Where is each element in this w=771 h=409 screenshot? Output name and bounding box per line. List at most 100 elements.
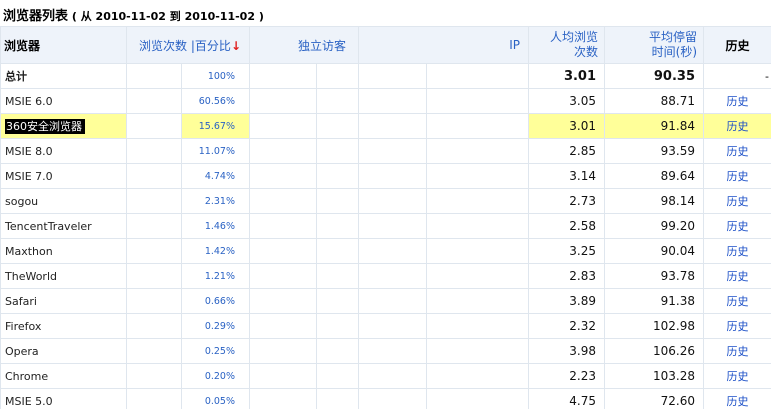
col-browser: 浏览器 <box>0 26 127 64</box>
time-cell: 98.14 <box>604 188 705 214</box>
table-row[interactable]: MSIE 7.0 4.74% 3.14 89.64 历史 <box>0 163 771 189</box>
pv-cell: 4.75 <box>528 388 606 409</box>
table-header-row: 浏览器 浏览次数 |百分比↓ 独立访客 IP 人均浏览 次数 平均停留 时间(秒… <box>0 26 771 64</box>
browser-name-cell: MSIE 8.0 <box>0 138 127 164</box>
visits-cell <box>126 63 182 89</box>
sort-by-visits-link[interactable]: 浏览次数 <box>139 39 187 53</box>
visits-cell <box>126 188 182 214</box>
history-link[interactable]: 历史 <box>727 170 749 183</box>
history-cell: 历史 <box>703 138 771 164</box>
pv-cell: 3.01 <box>528 63 606 89</box>
history-link[interactable]: 历史 <box>727 245 749 258</box>
ip-cell-2 <box>426 263 530 289</box>
percent-cell: 0.25% <box>181 338 250 364</box>
table-row[interactable]: Maxthon 1.42% 3.25 90.04 历史 <box>0 238 771 264</box>
table-row[interactable]: TencentTraveler 1.46% 2.58 99.20 历史 <box>0 213 771 239</box>
history-link[interactable]: 历史 <box>727 220 749 233</box>
col-pv-per-visitor[interactable]: 人均浏览 次数 <box>528 26 606 64</box>
browser-name-cell: MSIE 5.0 <box>0 388 127 409</box>
browser-name-cell: MSIE 7.0 <box>0 163 127 189</box>
percent-cell: 0.29% <box>181 313 250 339</box>
col-ip[interactable]: IP <box>358 26 530 64</box>
history-cell: 历史 <box>703 188 771 214</box>
visitors-cell-2 <box>315 138 360 164</box>
pv-cell: 2.83 <box>528 263 606 289</box>
table-row[interactable]: MSIE 8.0 11.07% 2.85 93.59 历史 <box>0 138 771 164</box>
history-cell: 历史 <box>703 88 771 114</box>
percent-cell: 0.20% <box>181 363 250 389</box>
browser-name: MSIE 8.0 <box>5 144 53 158</box>
visitors-cell-2 <box>315 163 360 189</box>
visits-cell <box>126 388 182 409</box>
table-row[interactable]: 360安全浏览器 15.67% 3.01 91.84 历史 <box>0 113 771 139</box>
percent-cell: 0.66% <box>181 288 250 314</box>
table-row[interactable]: TheWorld 1.21% 2.83 93.78 历史 <box>0 263 771 289</box>
time-cell: 90.35 <box>604 63 705 89</box>
visits-cell <box>126 363 182 389</box>
date-range: ( 从 2010-11-02 到 2010-11-02 ) <box>72 10 264 23</box>
pv-cell: 2.32 <box>528 313 606 339</box>
col-unique-visitors[interactable]: 独立访客 <box>248 26 360 64</box>
ip-cell-2 <box>426 63 530 89</box>
table-row[interactable]: Opera 0.25% 3.98 106.26 历史 <box>0 338 771 364</box>
browser-name-cell: Firefox <box>0 313 127 339</box>
browser-name-cell: Safari <box>0 288 127 314</box>
end-date: 2010-11-02 <box>184 10 255 23</box>
ip-cell-2 <box>426 113 530 139</box>
browser-name: TheWorld <box>5 269 57 283</box>
history-link[interactable]: 历史 <box>727 370 749 383</box>
browser-name-cell: TheWorld <box>0 263 127 289</box>
ip-cell-2 <box>426 388 530 409</box>
browser-name-cell: Opera <box>0 338 127 364</box>
history-link[interactable]: 历史 <box>727 120 749 133</box>
visitors-cell-2 <box>315 288 360 314</box>
table-row[interactable]: MSIE 6.0 60.56% 3.05 88.71 历史 <box>0 88 771 114</box>
browser-table: 浏览器 浏览次数 |百分比↓ 独立访客 IP 人均浏览 次数 平均停留 时间(秒… <box>0 26 771 409</box>
table-row[interactable]: MSIE 5.0 0.05% 4.75 72.60 历史 <box>0 388 771 409</box>
sort-by-ip-link[interactable]: IP <box>509 38 520 52</box>
visitors-cell-2 <box>315 63 360 89</box>
history-link[interactable]: 历史 <box>727 320 749 333</box>
history-link[interactable]: 历史 <box>727 95 749 108</box>
ip-cell <box>358 138 428 164</box>
browser-name: TencentTraveler <box>5 219 92 233</box>
history-cell: 历史 <box>703 288 771 314</box>
report-title-bar: 浏览器列表 ( 从 2010-11-02 到 2010-11-02 ) <box>0 0 771 26</box>
history-link[interactable]: 历史 <box>727 270 749 283</box>
table-row[interactable]: sogou 2.31% 2.73 98.14 历史 <box>0 188 771 214</box>
visits-cell <box>126 138 182 164</box>
col-avg-time[interactable]: 平均停留 时间(秒) <box>604 26 705 64</box>
percent-cell: 100% <box>181 63 250 89</box>
history-link[interactable]: 历史 <box>727 345 749 358</box>
history-link[interactable]: 历史 <box>727 295 749 308</box>
sort-by-unique-visitors-link[interactable]: 独立访客 <box>298 39 346 53</box>
ip-cell <box>358 288 428 314</box>
history-link[interactable]: 历史 <box>727 195 749 208</box>
total-row: 总计 100% 3.01 90.35 - <box>0 63 771 89</box>
history-link[interactable]: 历史 <box>727 145 749 158</box>
percent-cell: 0.05% <box>181 388 250 409</box>
sort-by-percent-link[interactable]: 百分比 <box>195 39 231 53</box>
table-row[interactable]: Chrome 0.20% 2.23 103.28 历史 <box>0 363 771 389</box>
visitors-cell <box>249 363 317 389</box>
pv-cell: 2.73 <box>528 188 606 214</box>
time-cell: 89.64 <box>604 163 705 189</box>
visitors-cell <box>249 113 317 139</box>
percent-cell: 1.42% <box>181 238 250 264</box>
visits-cell <box>126 263 182 289</box>
browser-name: Firefox <box>5 319 42 333</box>
table-row[interactable]: Safari 0.66% 3.89 91.38 历史 <box>0 288 771 314</box>
pv-cell: 3.05 <box>528 88 606 114</box>
pv-cell: 3.01 <box>528 113 606 139</box>
percent-cell: 1.46% <box>181 213 250 239</box>
visitors-cell <box>249 238 317 264</box>
browser-name: MSIE 5.0 <box>5 394 53 408</box>
table-row[interactable]: Firefox 0.29% 2.32 102.98 历史 <box>0 313 771 339</box>
ip-cell-2 <box>426 338 530 364</box>
history-link[interactable]: 历史 <box>727 395 749 408</box>
visitors-cell-2 <box>315 338 360 364</box>
time-cell: 99.20 <box>604 213 705 239</box>
col-history: 历史 <box>703 26 771 64</box>
report-title: 浏览器列表 <box>3 9 69 24</box>
visitors-cell <box>249 88 317 114</box>
